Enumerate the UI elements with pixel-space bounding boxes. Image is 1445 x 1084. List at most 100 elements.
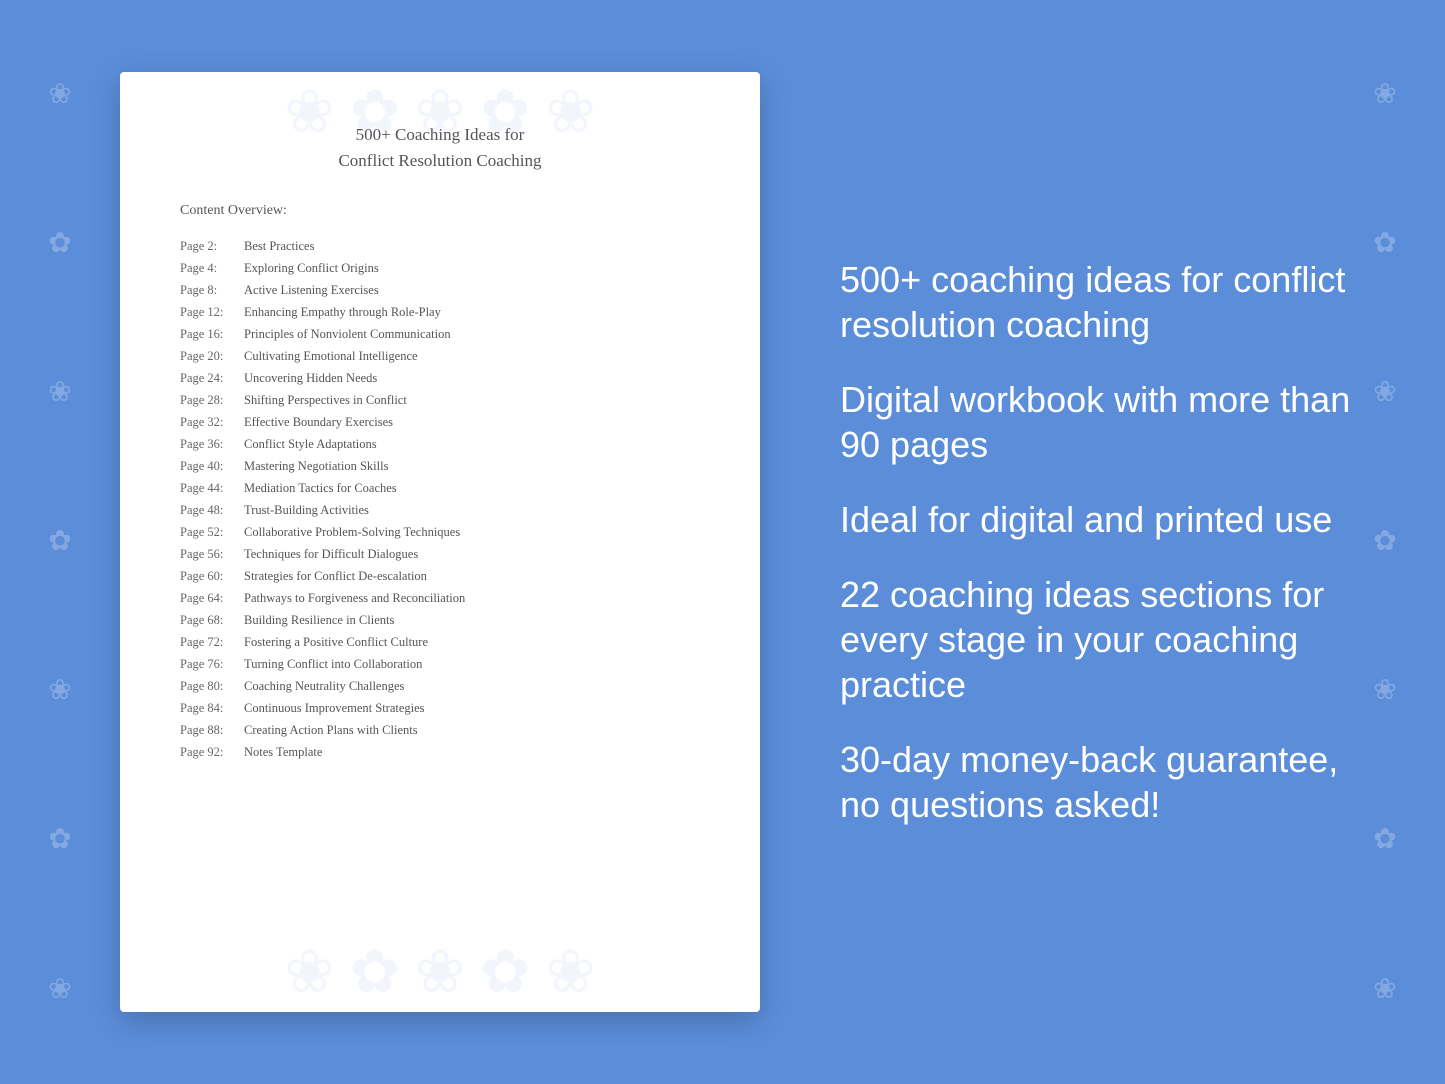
feature-item-4: 22 coaching ideas sections for every sta… — [840, 572, 1365, 707]
toc-page-title: Conflict Style Adaptations — [244, 437, 377, 452]
toc-page-title: Uncovering Hidden Needs — [244, 371, 377, 386]
document-preview: ❀ ✿ ❀ ✿ ❀ 500+ Coaching Ideas for Confli… — [120, 72, 760, 1012]
document-title: 500+ Coaching Ideas for Conflict Resolut… — [180, 122, 700, 173]
feature-item-5: 30-day money-back guarantee, no question… — [840, 737, 1365, 827]
toc-page-title: Fostering a Positive Conflict Culture — [244, 635, 428, 650]
toc-page-number: Page 2: — [180, 239, 240, 254]
toc-page-number: Page 92: — [180, 745, 240, 760]
toc-page-number: Page 8: — [180, 283, 240, 298]
floral-icon-5: ❀ — [48, 674, 71, 708]
toc-item: Page 68: Building Resilience in Clients — [180, 609, 700, 631]
toc-page-title: Principles of Nonviolent Communication — [244, 327, 451, 342]
toc-page-title: Notes Template — [244, 745, 322, 760]
toc-item: Page 84: Continuous Improvement Strategie… — [180, 697, 700, 719]
toc-item: Page 24: Uncovering Hidden Needs — [180, 367, 700, 389]
toc-page-number: Page 80: — [180, 679, 240, 694]
toc-item: Page 16: Principles of Nonviolent Communi… — [180, 323, 700, 345]
toc-page-title: Pathways to Forgiveness and Reconciliati… — [244, 591, 465, 606]
toc-page-number: Page 4: — [180, 261, 240, 276]
right-floral-decoration: ❀ ✿ ❀ ✿ ❀ ✿ ❀ — [1325, 0, 1445, 1084]
toc-page-title: Collaborative Problem-Solving Techniques — [244, 525, 460, 540]
toc-item: Page 8: Active Listening Exercises — [180, 279, 700, 301]
toc-item: Page 40: Mastering Negotiation Skills — [180, 455, 700, 477]
toc-page-number: Page 44: — [180, 481, 240, 496]
toc-page-number: Page 60: — [180, 569, 240, 584]
toc-item: Page 48:Trust-Building Activities — [180, 499, 700, 521]
toc-page-number: Page 88: — [180, 723, 240, 738]
toc-page-title: Exploring Conflict Origins — [244, 261, 379, 276]
toc-page-title: Mastering Negotiation Skills — [244, 459, 388, 474]
toc-page-title: Effective Boundary Exercises — [244, 415, 393, 430]
toc-page-number: Page 36: — [180, 437, 240, 452]
floral-icon-r5: ❀ — [1373, 674, 1396, 708]
floral-icon-2: ✿ — [48, 227, 71, 261]
toc-page-title: Cultivating Emotional Intelligence — [244, 349, 418, 364]
toc-page-number: Page 16: — [180, 327, 240, 342]
toc-page-title: Continuous Improvement Strategies — [244, 701, 425, 716]
toc-item: Page 76: Turning Conflict into Collaborat… — [180, 653, 700, 675]
toc-page-number: Page 48: — [180, 503, 240, 518]
floral-icon-r3: ❀ — [1373, 376, 1396, 410]
floral-icon-r7: ❀ — [1373, 973, 1396, 1007]
floral-icon-r2: ✿ — [1373, 227, 1396, 261]
doc-title-line1: 500+ Coaching Ideas for — [356, 125, 525, 144]
toc-page-number: Page 52: — [180, 525, 240, 540]
table-of-contents: Page 2: Best Practices Page 4: Exploring Co… — [180, 235, 700, 763]
toc-page-title: Shifting Perspectives in Conflict — [244, 393, 407, 408]
floral-icon-r4: ✿ — [1373, 525, 1396, 559]
toc-item: Page 28: Shifting Perspectives in Conflic… — [180, 389, 700, 411]
toc-page-number: Page 32: — [180, 415, 240, 430]
toc-page-number: Page 40: — [180, 459, 240, 474]
toc-page-title: Creating Action Plans with Clients — [244, 723, 418, 738]
toc-item: Page 32: Effective Boundary Exercises — [180, 411, 700, 433]
toc-page-title: Enhancing Empathy through Role-Play — [244, 305, 441, 320]
toc-page-title: Turning Conflict into Collaboration — [244, 657, 422, 672]
toc-page-number: Page 20: — [180, 349, 240, 364]
floral-icon-1: ❀ — [48, 78, 71, 112]
floral-icon-6: ✿ — [48, 823, 71, 857]
toc-page-number: Page 24: — [180, 371, 240, 386]
toc-page-number: Page 76: — [180, 657, 240, 672]
toc-page-number: Page 72: — [180, 635, 240, 650]
toc-item: Page 36: Conflict Style Adaptations — [180, 433, 700, 455]
toc-page-number: Page 56: — [180, 547, 240, 562]
toc-item: Page 44: Mediation Tactics for Coaches — [180, 477, 700, 499]
toc-page-title: Building Resilience in Clients — [244, 613, 394, 628]
toc-item: Page 4: Exploring Conflict Origins — [180, 257, 700, 279]
floral-icon-r6: ✿ — [1373, 823, 1396, 857]
toc-item: Page 52: Collaborative Problem-Solving Te… — [180, 521, 700, 543]
floral-icon-7: ❀ — [48, 973, 71, 1007]
feature-item-3: Ideal for digital and printed use — [840, 497, 1365, 542]
toc-page-number: Page 28: — [180, 393, 240, 408]
main-layout: ❀ ✿ ❀ ✿ ❀ 500+ Coaching Ideas for Confli… — [0, 32, 1445, 1052]
toc-item: Page 60: Strategies for Conflict De-escal… — [180, 565, 700, 587]
feature-item-1: 500+ coaching ideas for conflict resolut… — [840, 257, 1365, 347]
toc-page-title: Active Listening Exercises — [244, 283, 379, 298]
toc-item: Page 88: Creating Action Plans with Clien… — [180, 719, 700, 741]
left-floral-decoration: ❀ ✿ ❀ ✿ ❀ ✿ ❀ — [0, 0, 120, 1084]
floral-icon-3: ❀ — [48, 376, 71, 410]
toc-page-number: Page 84: — [180, 701, 240, 716]
toc-page-number: Page 64: — [180, 591, 240, 606]
toc-page-title: Best Practices — [244, 239, 314, 254]
toc-page-title: Strategies for Conflict De-escalation — [244, 569, 427, 584]
floral-icon-4: ✿ — [48, 525, 71, 559]
toc-page-title: Coaching Neutrality Challenges — [244, 679, 404, 694]
features-panel: 500+ coaching ideas for conflict resolut… — [820, 257, 1365, 827]
toc-item: Page 20: Cultivating Emotional Intelligen… — [180, 345, 700, 367]
toc-item: Page 64: Pathways to Forgiveness and Reco… — [180, 587, 700, 609]
toc-page-number: Page 12: — [180, 305, 240, 320]
doc-title-line2: Conflict Resolution Coaching — [338, 151, 541, 170]
feature-item-2: Digital workbook with more than 90 pages — [840, 377, 1365, 467]
floral-icon-r1: ❀ — [1373, 78, 1396, 112]
toc-page-title: Mediation Tactics for Coaches — [244, 481, 397, 496]
content-overview-label: Content Overview: — [180, 203, 700, 219]
toc-item: Page 2: Best Practices — [180, 235, 700, 257]
toc-page-title: Techniques for Difficult Dialogues — [244, 547, 418, 562]
toc-item: Page 12: Enhancing Empathy through Role-P… — [180, 301, 700, 323]
watermark-bottom: ❀ ✿ ❀ ✿ ❀ — [120, 932, 760, 1012]
toc-item: Page 72: Fostering a Positive Conflict Cu… — [180, 631, 700, 653]
toc-page-number: Page 68: — [180, 613, 240, 628]
toc-item: Page 92: Notes Template — [180, 741, 700, 763]
toc-item: Page 56: Techniques for Difficult Dialogu… — [180, 543, 700, 565]
